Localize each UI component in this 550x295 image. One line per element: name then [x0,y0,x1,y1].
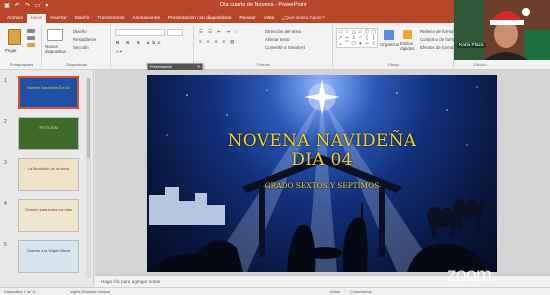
new-slide-icon[interactable] [47,29,63,41]
thumbnail-scrollbar[interactable] [86,78,91,278]
drawing-group-label: Dibujo [387,62,400,67]
paste-icon[interactable] [8,29,21,45]
slide-title-line-2[interactable]: DIA 04 [147,150,497,170]
new-slide-button[interactable]: Nueva diapositiva [45,44,67,54]
thumbnail-text: Novena Navideña Día 04 [27,86,70,90]
thumbnail-number: 2 [4,119,7,125]
quick-access-toolbar: ▣ ↶ ↷ ▭ ▾ [4,2,48,9]
slide-thumbnail[interactable]: La Bendición de la mesa [18,158,79,191]
shape-fill-button[interactable]: Relleno de forma [420,29,453,34]
reset-button[interactable]: Restablecer [73,37,96,42]
thumbnail-number: 1 [4,78,7,84]
font-group: N K S abc A ▾ Fuente [112,25,194,68]
slide-subtitle[interactable]: GRADO SEXTOS Y SEPTIMOS [147,181,497,190]
font-color-icon[interactable]: A ▾ [116,49,122,55]
quick-styles-icon[interactable] [403,30,412,39]
nativity-scene-art [147,79,487,272]
slide-thumbnail[interactable]: PETICIÓN [18,117,79,150]
tab-0[interactable]: Archivo [3,16,27,23]
tab-3[interactable]: Diseño [70,16,93,23]
redo-icon[interactable]: ↷ [25,2,30,9]
slide-editor: NOVENA NAVIDEÑA DIA 04 GRADO SEXTOS Y SE… [95,70,550,275]
tab-4[interactable]: Transiciones [93,16,128,23]
editing-group-label: Edición [473,62,487,67]
list-buttons[interactable]: ☰ ☰ ⇤ ⇥ ↕ [199,29,239,35]
clipboard-group-label: Portapapeles [9,62,34,67]
slide-title-line-1[interactable]: NOVENA NAVIDEÑA [147,131,497,151]
arrange-button[interactable]: Organizar [380,42,399,47]
thumbnail-number: 5 [4,242,7,248]
tab-2[interactable]: Insertar [46,16,70,23]
font-size-box[interactable] [167,29,183,36]
save-icon[interactable]: ▣ [4,2,10,9]
paste-button[interactable]: Pegar [5,48,17,53]
font-style-buttons[interactable]: N K S abc [116,40,164,45]
thumbnail-number: 3 [4,160,7,166]
slides-group-label: Diapositivas [65,62,88,67]
webcam-feed-art [454,0,550,60]
thumbnail-text: Oración a la Virgen María [26,249,71,253]
thumbnail-text: Oración para todos los días [25,208,72,212]
copy-icon[interactable] [27,36,35,40]
align-buttons[interactable]: ≡ ≡ ≡ ≡ ▥ [199,39,236,45]
language-indicator[interactable]: Inglés (Estados Unidos) [70,290,110,294]
slide-thumbnail[interactable]: Oración a la Virgen María [18,240,79,273]
tab-9[interactable]: ¿Qué desea hacer? [278,16,328,23]
slides-group: Nueva diapositiva Diseño Restablecer Sec… [43,25,111,68]
shape-effects-button[interactable]: Efectos de forma [420,45,453,50]
webcam-participant-name: Karla Plaza [457,43,486,48]
align-text-button[interactable]: Alinear texto [265,37,289,42]
quick-styles-button[interactable]: Estilos rápidos [400,41,418,51]
smartart-button[interactable]: Convertir a SmartArt [265,45,305,50]
customize-icon[interactable]: ▾ [45,2,48,9]
current-slide[interactable]: NOVENA NAVIDEÑA DIA 04 GRADO SEXTOS Y SE… [147,75,497,272]
paragraph-group-label: Párrafo [256,62,271,67]
start-presentation-icon[interactable]: ▭ [35,2,41,9]
webcam-video [454,0,550,60]
layout-button[interactable]: Diseño [73,29,87,34]
font-family-box[interactable] [115,29,165,36]
tab-7[interactable]: Revisar [235,16,259,23]
undo-icon[interactable]: ↶ [15,2,20,9]
tab-1[interactable]: Inicio [27,14,47,23]
section-button[interactable]: Sección [73,45,89,50]
slide-thumbnail[interactable]: Novena Navideña Día 04 [18,76,79,109]
document-title: Día cuarto de Novena - PowerPoint [220,2,307,8]
tab-6[interactable]: Presentación con diapositivas [164,16,235,23]
notes-placeholder[interactable]: Haga clic para agregar notas [101,279,160,284]
clipboard-group: Pegar Portapapeles [2,25,42,68]
scrollbar-thumb[interactable] [87,78,90,158]
comments-toggle[interactable]: Comentarios [350,290,372,294]
tab-8[interactable]: Vista [260,16,279,23]
notes-toggle[interactable]: Notas [330,290,340,294]
shapes-gallery[interactable]: ▭ ○ △ ▱ ⬡ ▢ ↗ ⇨ ⇩ ☆{} ▵ ⌒ ⬠ ✦ ⇦ ⇧ [336,28,378,48]
slide-thumbnail[interactable]: Oración para todos los días [18,199,79,232]
thumbnail-text: PETICIÓN [39,126,58,130]
slide-counter: Diapositiva 1 de 11 [4,290,37,294]
drawing-group: ▭ ○ △ ▱ ⬡ ▢ ↗ ⇨ ⇩ ☆{} ▵ ⌒ ⬠ ✦ ⇦ ⇧ Organizar Estilos r… [334,25,457,68]
thumbnail-text: La Bendición de la mesa [27,167,70,171]
status-bar: Diapositiva 1 de 11 Inglés (Estados Unid… [0,287,550,295]
cut-icon[interactable] [27,29,35,33]
format-painter-icon[interactable] [27,43,35,47]
arrange-icon[interactable] [384,30,394,40]
shape-outline-button[interactable]: Contorno de forma [420,37,457,42]
thumbnail-number: 4 [4,201,7,207]
zoom-watermark: zoom [447,265,492,286]
tab-5[interactable]: Animaciones [128,16,163,23]
text-direction-button[interactable]: Dirección del texto [265,29,301,34]
slide-thumbnail-panel: 1 Novena Navideña Día 04 2 PETICIÓN 3 La Bend… [0,70,94,285]
paragraph-group: ☰ ☰ ⇤ ⇥ ↕ ≡ ≡ ≡ ≡ ▥ Dirección del texto … [195,25,333,68]
